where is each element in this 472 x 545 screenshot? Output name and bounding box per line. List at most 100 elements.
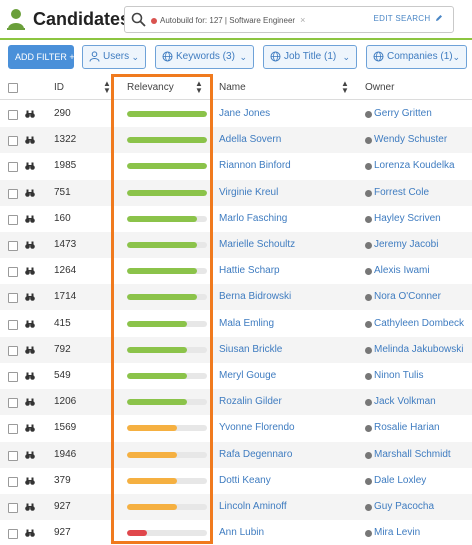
binoculars-icon[interactable]	[25, 529, 35, 537]
owner-name-link[interactable]: Cathyleen Dombeck	[374, 318, 464, 329]
owner-name-link[interactable]: Jack Volkman	[374, 396, 436, 407]
keywords-filter-button[interactable]: Keywords (3) ⌄	[155, 45, 254, 69]
column-header-id[interactable]: ID	[54, 82, 64, 93]
candidate-name-link[interactable]: Dotti Keany	[219, 475, 271, 486]
table-row[interactable]: 1569 Yvonne Florendo Rosalie Harian	[0, 415, 472, 441]
binoculars-icon[interactable]	[25, 189, 35, 197]
owner-name-link[interactable]: Forrest Cole	[374, 187, 429, 198]
candidate-name-link[interactable]: Adella Sovern	[219, 134, 281, 145]
table-row[interactable]: 1473 Marielle Schoultz Jeremy Jacobi	[0, 232, 472, 258]
binoculars-icon[interactable]	[25, 293, 35, 302]
candidate-name-link[interactable]: Marlo Fasching	[219, 213, 287, 224]
owner-name-link[interactable]: Marshall Schmidt	[374, 449, 451, 460]
candidate-name-link[interactable]: Marielle Schoultz	[219, 239, 295, 250]
row-checkbox[interactable]	[8, 398, 18, 409]
candidate-name-link[interactable]: Riannon Binford	[219, 160, 291, 171]
users-filter-button[interactable]: Users ⌄	[82, 45, 146, 69]
row-checkbox[interactable]	[8, 529, 18, 540]
binoculars-icon[interactable]	[25, 267, 35, 275]
binoculars-icon[interactable]	[25, 215, 35, 223]
binoculars-icon[interactable]	[25, 398, 35, 406]
close-icon[interactable]: ×	[300, 15, 305, 25]
row-checkbox[interactable]	[8, 267, 18, 278]
binoculars-icon[interactable]	[25, 451, 35, 459]
select-all-checkbox[interactable]	[8, 83, 18, 93]
candidate-name-link[interactable]: Yvonne Florendo	[219, 422, 295, 433]
owner-name-link[interactable]: Nora O'Conner	[374, 291, 441, 302]
table-row[interactable]: 1206 Rozalin Gilder Jack Volkman	[0, 389, 472, 416]
row-checkbox[interactable]	[8, 188, 18, 199]
row-checkbox[interactable]	[8, 424, 18, 435]
search-box[interactable]: Autobuild for: 127 | Software Engineer × …	[124, 6, 454, 33]
row-checkbox[interactable]	[8, 293, 18, 304]
row-checkbox[interactable]	[8, 319, 18, 330]
row-checkbox[interactable]	[8, 136, 18, 147]
candidate-name-link[interactable]: Meryl Gouge	[219, 370, 276, 381]
companies-filter-button[interactable]: Companies (1) ⌄	[366, 45, 467, 69]
owner-name-link[interactable]: Mira Levin	[374, 527, 420, 538]
candidate-name-link[interactable]: Virginie Kreul	[219, 187, 278, 198]
table-row[interactable]: 1264 Hattie Scharp Alexis Iwami	[0, 258, 472, 284]
candidate-name-link[interactable]: Hattie Scharp	[219, 265, 280, 276]
row-checkbox[interactable]	[8, 345, 18, 356]
sort-icon[interactable]: ▲ ▼	[341, 80, 349, 95]
add-filter-button[interactable]: ADD FILTER +	[8, 45, 75, 69]
candidate-name-link[interactable]: Mala Emling	[219, 318, 274, 329]
candidate-name-link[interactable]: Ann Lubin	[219, 527, 264, 538]
candidate-name-link[interactable]: Berna Bidrowski	[219, 291, 291, 302]
row-checkbox[interactable]	[8, 450, 18, 461]
binoculars-icon[interactable]	[25, 162, 35, 171]
table-row[interactable]: 792 Siusan Brickle Melinda Jakubowski	[0, 336, 472, 363]
owner-name-link[interactable]: Dale Loxley	[374, 475, 426, 486]
table-row[interactable]: 927 Ann Lubin Mira Levin	[0, 520, 472, 545]
table-row[interactable]: 415 Mala Emling Cathyleen Dombeck	[0, 311, 472, 337]
binoculars-icon[interactable]	[25, 372, 35, 380]
table-row[interactable]: 1985 Riannon Binford Lorenza Koudelka	[0, 153, 472, 179]
binoculars-icon[interactable]	[25, 477, 35, 485]
table-row[interactable]: 379 Dotti Keany Dale Loxley	[0, 468, 472, 494]
column-header-name[interactable]: Name	[219, 82, 246, 93]
table-row[interactable]: 160 Marlo Fasching Hayley Scriven	[0, 206, 472, 232]
binoculars-icon[interactable]	[25, 136, 35, 144]
table-row[interactable]: 1714 Berna Bidrowski Nora O'Conner	[0, 284, 472, 311]
row-checkbox[interactable]	[8, 372, 18, 382]
owner-name-link[interactable]: Wendy Schuster	[374, 134, 447, 145]
candidate-name-link[interactable]: Lincoln Aminoff	[219, 501, 287, 512]
owner-name-link[interactable]: Lorenza Koudelka	[374, 160, 455, 171]
job-title-filter-button[interactable]: Job Title (1) ⌄	[263, 45, 357, 69]
owner-name-link[interactable]: Gerry Gritten	[374, 108, 432, 119]
table-row[interactable]: 290 Jane Jones Gerry Gritten	[0, 101, 472, 127]
table-row[interactable]: 1322 Adella Sovern Wendy Schuster	[0, 127, 472, 154]
table-row[interactable]: 751 Virginie Kreul Forrest Cole	[0, 179, 472, 206]
candidate-name-link[interactable]: Rozalin Gilder	[219, 396, 282, 407]
row-checkbox[interactable]	[8, 214, 18, 225]
candidate-name-link[interactable]: Siusan Brickle	[219, 344, 282, 355]
binoculars-icon[interactable]	[25, 110, 35, 118]
binoculars-icon[interactable]	[25, 503, 35, 511]
table-row[interactable]: 549 Meryl Gouge Ninon Tulis	[0, 363, 472, 389]
owner-name-link[interactable]: Guy Pacocha	[374, 501, 434, 512]
owner-name-link[interactable]: Alexis Iwami	[374, 265, 430, 276]
sort-icon[interactable]: ▲ ▼	[103, 80, 111, 95]
owner-name-link[interactable]: Melinda Jakubowski	[374, 344, 464, 355]
edit-search-button[interactable]: EDIT SEARCH	[374, 14, 443, 23]
binoculars-icon[interactable]	[25, 424, 35, 433]
row-checkbox[interactable]	[8, 162, 18, 173]
candidate-name-link[interactable]: Jane Jones	[219, 108, 270, 119]
owner-name-link[interactable]: Jeremy Jacobi	[374, 239, 438, 250]
table-row[interactable]: 1946 Rafa Degennaro Marshall Schmidt	[0, 441, 472, 468]
owner-name-link[interactable]: Rosalie Harian	[374, 422, 440, 433]
binoculars-icon[interactable]	[25, 320, 35, 328]
owner-name-link[interactable]: Ninon Tulis	[374, 370, 423, 381]
candidate-name-link[interactable]: Rafa Degennaro	[219, 449, 292, 460]
row-checkbox[interactable]	[8, 241, 18, 251]
row-checkbox[interactable]	[8, 503, 18, 513]
search-chip[interactable]: Autobuild for: 127 | Software Engineer ×	[151, 12, 305, 28]
table-row[interactable]: 927 Lincoln Aminoff Guy Pacocha	[0, 494, 472, 520]
binoculars-icon[interactable]	[25, 346, 35, 354]
row-checkbox[interactable]	[8, 110, 18, 120]
row-checkbox[interactable]	[8, 476, 18, 487]
binoculars-icon[interactable]	[25, 241, 35, 249]
owner-name-link[interactable]: Hayley Scriven	[374, 213, 441, 224]
column-header-owner[interactable]: Owner	[365, 82, 394, 93]
